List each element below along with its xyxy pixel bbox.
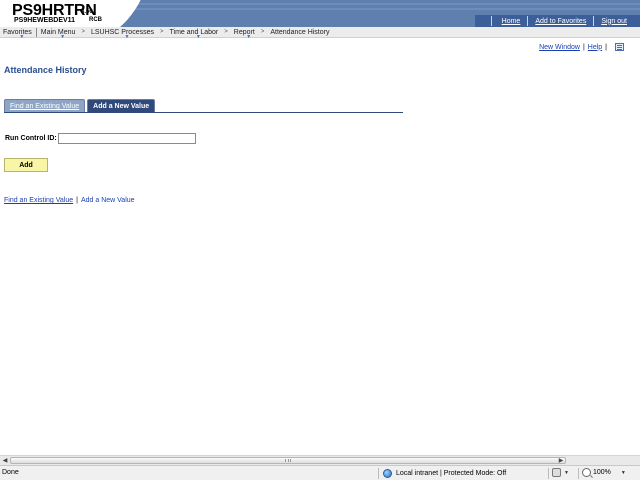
crumb-lsuhsc-processes[interactable]: LSUHSC Processes ▼ xyxy=(90,28,158,40)
help-link[interactable]: Help xyxy=(588,44,602,51)
horizontal-scrollbar[interactable]: ◀ ▶ xyxy=(0,455,640,465)
chevron-down-icon: ▼ xyxy=(195,33,201,40)
main-menu[interactable]: Main Menu ▼ xyxy=(40,28,80,40)
run-control-label: Run Control ID: xyxy=(5,135,57,142)
add-button[interactable]: Add xyxy=(4,158,48,172)
crumb-label: Time and Labor xyxy=(169,28,219,36)
zoom-button[interactable]: 100% ▼ xyxy=(582,468,626,477)
protected-mode-button[interactable]: ▼ xyxy=(552,468,569,477)
zoom-level: 100% xyxy=(593,469,611,476)
status-bar: Done Local intranet | Protected Mode: Of… xyxy=(0,465,640,480)
breadcrumb: Favorites ▼ Main Menu ▼ > LSUHSC Process… xyxy=(0,27,640,40)
tab-add-new-value[interactable]: Add a New Value xyxy=(87,99,156,112)
add-to-favorites-link[interactable]: Add to Favorites xyxy=(528,18,593,25)
favorites-label: Favorites xyxy=(3,28,32,36)
breadcrumb-arrow-icon: > xyxy=(81,29,85,35)
customize-page-icon[interactable] xyxy=(615,43,624,51)
page-title: Attendance History xyxy=(4,65,87,75)
crumb-time-and-labor[interactable]: Time and Labor ▼ xyxy=(169,28,223,40)
add-new-value-link[interactable]: Add a New Value xyxy=(81,197,135,204)
user-id: RCB xyxy=(89,17,102,23)
chevron-down-icon: ▼ xyxy=(124,33,130,40)
breadcrumb-arrow-icon: > xyxy=(224,29,228,35)
page-links: New Window | Help | xyxy=(539,43,624,51)
chevron-down-icon: ▼ xyxy=(19,33,25,40)
tools-version: 8.50 xyxy=(81,9,93,15)
crumb-report[interactable]: Report ▼ xyxy=(233,28,259,40)
bottom-links: Find an Existing Value | Add a New Value xyxy=(4,197,135,204)
breadcrumb-arrow-icon: > xyxy=(159,29,164,35)
crumb-label: LSUHSC Processes xyxy=(90,28,154,36)
breadcrumb-arrow-icon: > xyxy=(260,29,265,35)
grip-icon xyxy=(285,459,291,462)
status-text: Done xyxy=(2,469,19,476)
tab-find-existing-value[interactable]: Find an Existing Value xyxy=(4,99,86,112)
find-existing-value-link[interactable]: Find an Existing Value xyxy=(4,197,73,204)
shield-icon xyxy=(552,468,561,477)
zone-text: Local intranet | Protected Mode: Off xyxy=(396,470,507,477)
new-window-link[interactable]: New Window xyxy=(539,44,580,51)
header-links: Home Add to Favorites Sign out xyxy=(490,15,634,27)
crumb-label: Report xyxy=(233,28,255,36)
scroll-right-icon[interactable]: ▶ xyxy=(556,456,566,465)
chevron-down-icon: ▼ xyxy=(246,33,252,40)
tab-divider xyxy=(4,112,403,113)
globe-icon xyxy=(383,469,392,478)
chevron-down-icon: ▼ xyxy=(620,469,626,476)
scroll-left-icon[interactable]: ◀ xyxy=(0,456,10,465)
crumb-current: Attendance History xyxy=(270,28,330,36)
portal-header: PS9HRTRN 8.50 PS9HEWEBDEV11 RCB Home Add… xyxy=(0,0,640,50)
sign-out-link[interactable]: Sign out xyxy=(594,18,634,25)
chevron-down-icon: ▼ xyxy=(564,469,569,476)
main-menu-label: Main Menu xyxy=(40,28,76,36)
run-control-input[interactable] xyxy=(58,133,196,144)
scrollbar-corner xyxy=(566,456,640,465)
search-tabs: Find an Existing Value Add a New Value xyxy=(4,99,157,112)
server-name: PS9HEWEBDEV11 xyxy=(14,17,76,24)
magnifier-icon xyxy=(582,468,591,477)
favorites-menu[interactable]: Favorites ▼ xyxy=(3,28,36,40)
chevron-down-icon: ▼ xyxy=(60,33,66,40)
scroll-thumb[interactable] xyxy=(10,457,566,464)
home-link[interactable]: Home xyxy=(495,18,528,25)
nav-divider xyxy=(35,27,37,37)
security-zone: Local intranet | Protected Mode: Off xyxy=(383,469,506,478)
